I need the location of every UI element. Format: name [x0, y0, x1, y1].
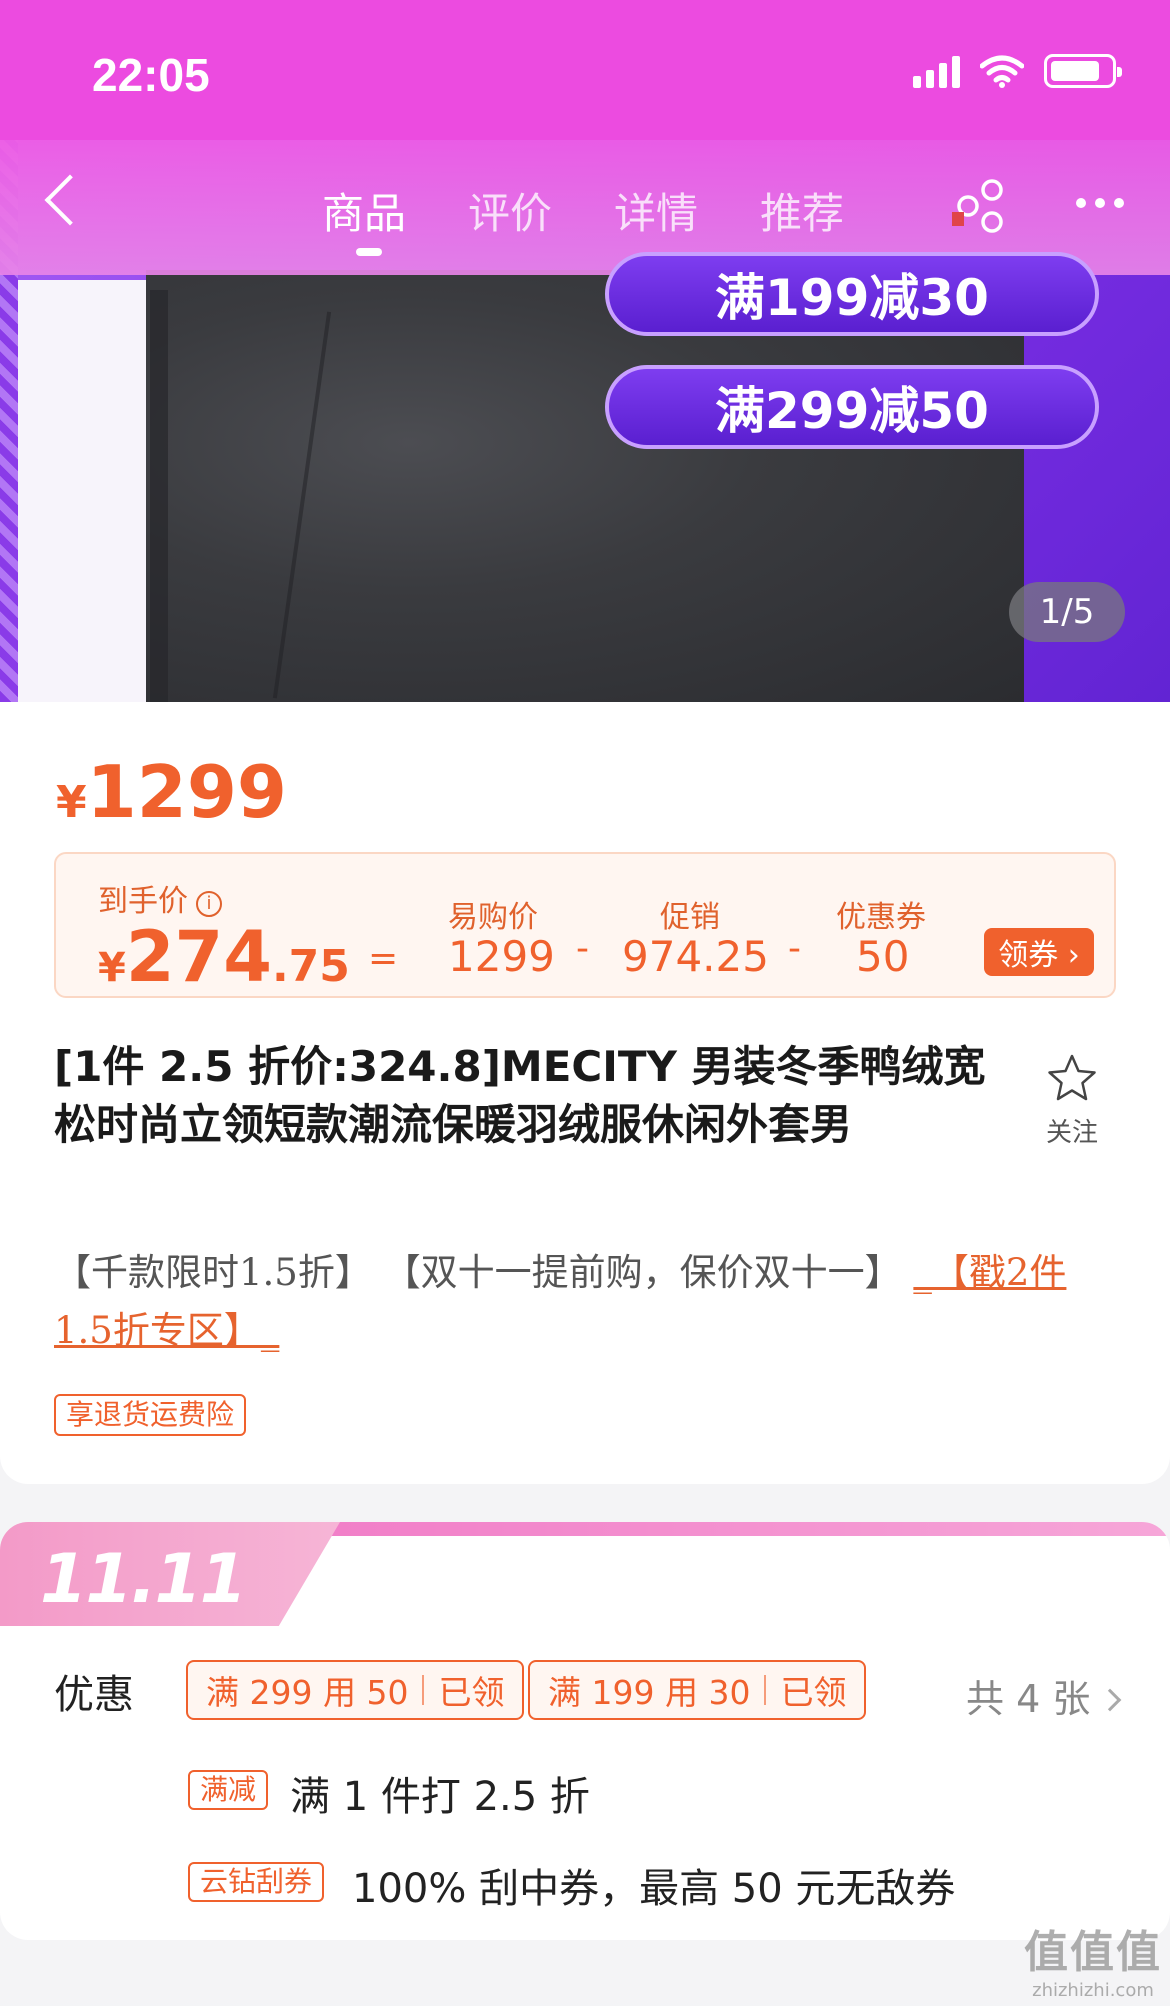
more-icon[interactable] — [1076, 198, 1124, 208]
calc-item-label: 易购价 — [448, 900, 538, 935]
final-price-label: 到手价 i — [98, 876, 222, 920]
follow-label: 关注 — [1045, 1118, 1098, 1148]
product-info-card: ¥1299 到手价 i ¥274.75 = 易购价 1299 - 促销 974.2… — [0, 702, 1170, 1484]
minus-sign: - — [788, 928, 801, 969]
coupon-count: 共 4 张 — [966, 1677, 1091, 1721]
final-price-currency: ¥ — [98, 945, 126, 991]
tab-product[interactable]: 商品 — [322, 180, 407, 256]
equals-sign: = — [368, 938, 399, 979]
final-price-breakdown[interactable]: 到手价 i ¥274.75 = 易购价 1299 - 促销 974.25 - 优惠… — [54, 852, 1116, 998]
price-currency: ¥ — [56, 777, 87, 828]
promotions-section: 11.11 优惠 满 299 用 50 已领 满 199 用 30 已领 共 4… — [0, 1522, 1170, 1940]
follow-button[interactable]: 关注 — [1040, 1052, 1104, 1149]
calc-item-label: 优惠券 — [836, 900, 926, 935]
active-tab-indicator — [356, 248, 382, 256]
product-photo-detail — [150, 290, 168, 702]
coupon-status: 已领 — [438, 1673, 505, 1712]
coupon-status: 已领 — [780, 1673, 847, 1712]
minus-sign: - — [576, 928, 589, 969]
promo-text: 【千款限时1.5折】 【双十一提前购，保价双十一】 — [54, 1251, 914, 1294]
promo-row-tag: 云钻刮券 — [188, 1862, 325, 1902]
calc-item-value: 50 — [856, 932, 910, 981]
coupon-text: 满 299 用 50 — [206, 1673, 409, 1712]
coupon-text: 满 199 用 30 — [548, 1673, 751, 1712]
banner-strip — [320, 1522, 1170, 1536]
status-time: 22:05 — [92, 49, 210, 101]
final-price-dec: .75 — [271, 941, 350, 992]
promo-description: 【千款限时1.5折】 【双十一提前购，保价双十一】 _【戳2件1.5折专区】_ — [54, 1244, 1114, 1360]
watermark-url: zhizhizhi.com — [1032, 1980, 1154, 2001]
share-icon[interactable] — [950, 176, 1010, 236]
double-eleven-banner: 11.11 — [0, 1522, 1170, 1626]
watermark-logo: 值值值 — [1024, 1927, 1162, 1978]
final-price-int: 274 — [125, 916, 272, 998]
product-title: [1件 2.5 折价:324.8]MECITY 男装冬季鸭绒宽松时尚立领短款潮流… — [54, 1042, 986, 1149]
banner-title: 11.11 — [40, 1540, 247, 1619]
tab-recommend[interactable]: 推荐 — [760, 180, 844, 241]
promo-row-text: 满 1 件打 2.5 折 — [290, 1774, 590, 1820]
price-amount: 1299 — [86, 750, 288, 834]
tab-reviews[interactable]: 评价 — [468, 180, 552, 241]
nav-tabs: 商品 评价 详情 推荐 — [322, 180, 844, 256]
coupon-chip[interactable]: 满 199 用 30 已领 — [528, 1660, 867, 1720]
watermark: 值值值 zhizhizhi.com — [1018, 1916, 1168, 2001]
promo-pill: 满299减50 — [605, 365, 1099, 449]
star-icon — [1048, 1054, 1096, 1101]
tab-label: 商品 — [322, 189, 407, 238]
image-counter: 1/5 — [1009, 582, 1125, 642]
calc-item-value: 1299 — [448, 932, 555, 981]
promo-row-text: 100% 刮中券，最高 50 元无敌券 — [352, 1866, 956, 1912]
info-icon[interactable]: i — [196, 891, 222, 917]
calc-item-label: 促销 — [660, 900, 720, 935]
signal-icon — [913, 54, 960, 88]
get-coupon-button[interactable]: 领券 › — [984, 928, 1094, 976]
product-price: ¥1299 — [56, 750, 287, 834]
coupon-count-link[interactable]: 共 4 张 — [966, 1668, 1122, 1723]
status-icons — [913, 54, 1122, 88]
discount-label: 优惠 — [54, 1672, 134, 1718]
back-icon[interactable] — [44, 174, 96, 226]
tab-details[interactable]: 详情 — [614, 180, 698, 241]
calc-item-value: 974.25 — [622, 932, 769, 981]
top-nav: 商品 评价 详情 推荐 — [0, 140, 1170, 272]
return-shipping-insurance-tag: 享退货运费险 — [54, 1394, 247, 1436]
coupon-chip[interactable]: 满 299 用 50 已领 — [186, 1660, 525, 1720]
promo-row-tag: 满减 — [188, 1770, 269, 1810]
final-price: ¥274.75 — [98, 916, 350, 998]
hero-background — [18, 280, 146, 702]
final-price-label-text: 到手价 — [98, 884, 188, 919]
battery-icon — [1044, 54, 1122, 88]
status-bar: 22:05 — [0, 0, 1170, 140]
chevron-right-icon — [1099, 1688, 1122, 1712]
wifi-icon — [980, 55, 1024, 88]
